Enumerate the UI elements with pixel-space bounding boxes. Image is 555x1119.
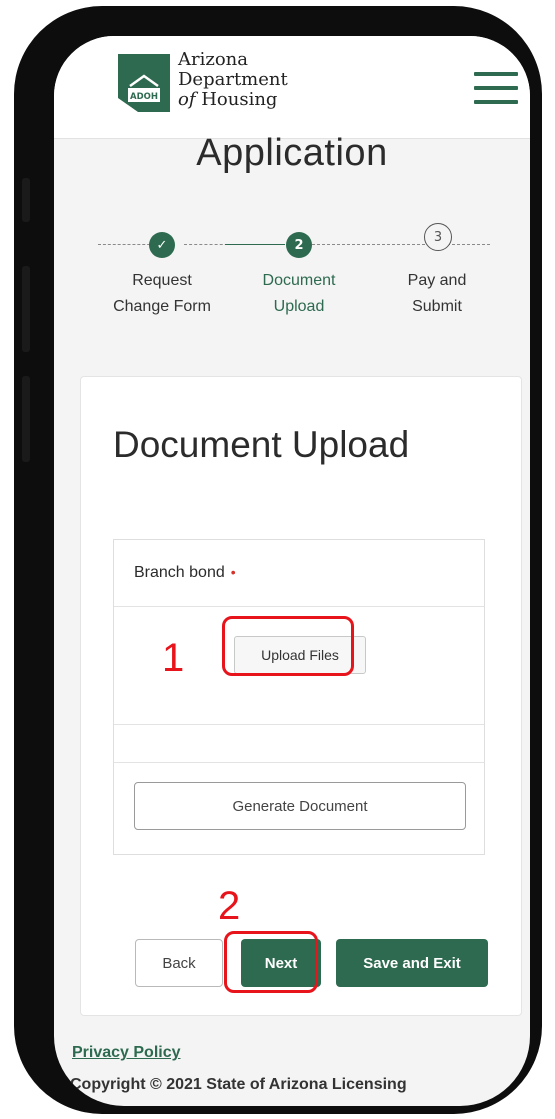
document-item-box: Branch bond • Upload Files Generate Docum…	[113, 539, 485, 855]
divider	[114, 606, 484, 607]
step-1-check-icon: ✓	[149, 232, 175, 258]
step-2-label-line2: Upload	[273, 298, 325, 315]
logo-line-3: of Housing	[178, 90, 288, 110]
phone-volume-down	[22, 376, 30, 462]
logo-line-1: Arizona	[178, 49, 249, 70]
logo-abbrev: ADOH	[130, 92, 158, 102]
document-label-text: Branch bond	[134, 564, 225, 581]
step-1-label-line2: Change Form	[113, 298, 211, 315]
copyright-text: Copyright © 2021 State of Arizona Licens…	[70, 1076, 407, 1093]
card-title: Document Upload	[113, 424, 410, 465]
back-button[interactable]: Back	[135, 939, 223, 987]
step-1-label-line1: Request	[132, 272, 192, 289]
divider	[114, 724, 484, 725]
phone-mute-switch	[22, 178, 30, 222]
progress-stepper: ✓ 2 3 Request Change Form Document Uploa…	[54, 222, 530, 332]
hamburger-bar	[474, 86, 518, 90]
hamburger-bar	[474, 100, 518, 104]
stepper-line-2-3	[312, 244, 490, 245]
adoh-logo-icon[interactable]: ADOH	[116, 52, 172, 114]
save-and-exit-button[interactable]: Save and Exit	[336, 939, 488, 987]
page-title: Application	[196, 132, 388, 174]
logo-wordmark: Arizona Department of Housing	[178, 50, 288, 110]
step-1-label: Request Change Form	[102, 268, 222, 320]
stepper-line-progress	[225, 244, 285, 245]
step-2-marker: 2	[286, 232, 312, 258]
logo-line-2: Department	[178, 69, 288, 90]
document-label: Branch bond •	[134, 564, 236, 582]
step-3-marker: 3	[424, 223, 452, 251]
step-3-label-line2: Submit	[412, 298, 462, 315]
logo-line-3-italic: of	[178, 89, 196, 110]
hamburger-bar	[474, 72, 518, 76]
required-marker: •	[230, 564, 236, 580]
step-3-label: Pay and Submit	[377, 268, 497, 320]
step-2-label: Document Upload	[239, 268, 359, 320]
step-3-label-line1: Pay and	[407, 272, 467, 289]
annotation-highlight-next	[224, 931, 318, 993]
document-upload-card: Document Upload Branch bond • Upload File…	[80, 376, 522, 1016]
annotation-number-1: 1	[162, 636, 185, 680]
privacy-policy-link[interactable]: Privacy Policy	[72, 1044, 181, 1062]
site-header: ADOH Arizona Department of Housing	[54, 36, 530, 139]
step-2-label-line1: Document	[262, 272, 336, 289]
annotation-number-2: 2	[218, 884, 241, 928]
divider	[114, 762, 484, 763]
annotation-highlight-upload	[222, 616, 354, 676]
logo-line-3-rest: Housing	[195, 89, 278, 110]
generate-document-button[interactable]: Generate Document	[134, 782, 466, 830]
phone-volume-up	[22, 266, 30, 352]
hamburger-menu-icon[interactable]	[474, 72, 518, 104]
